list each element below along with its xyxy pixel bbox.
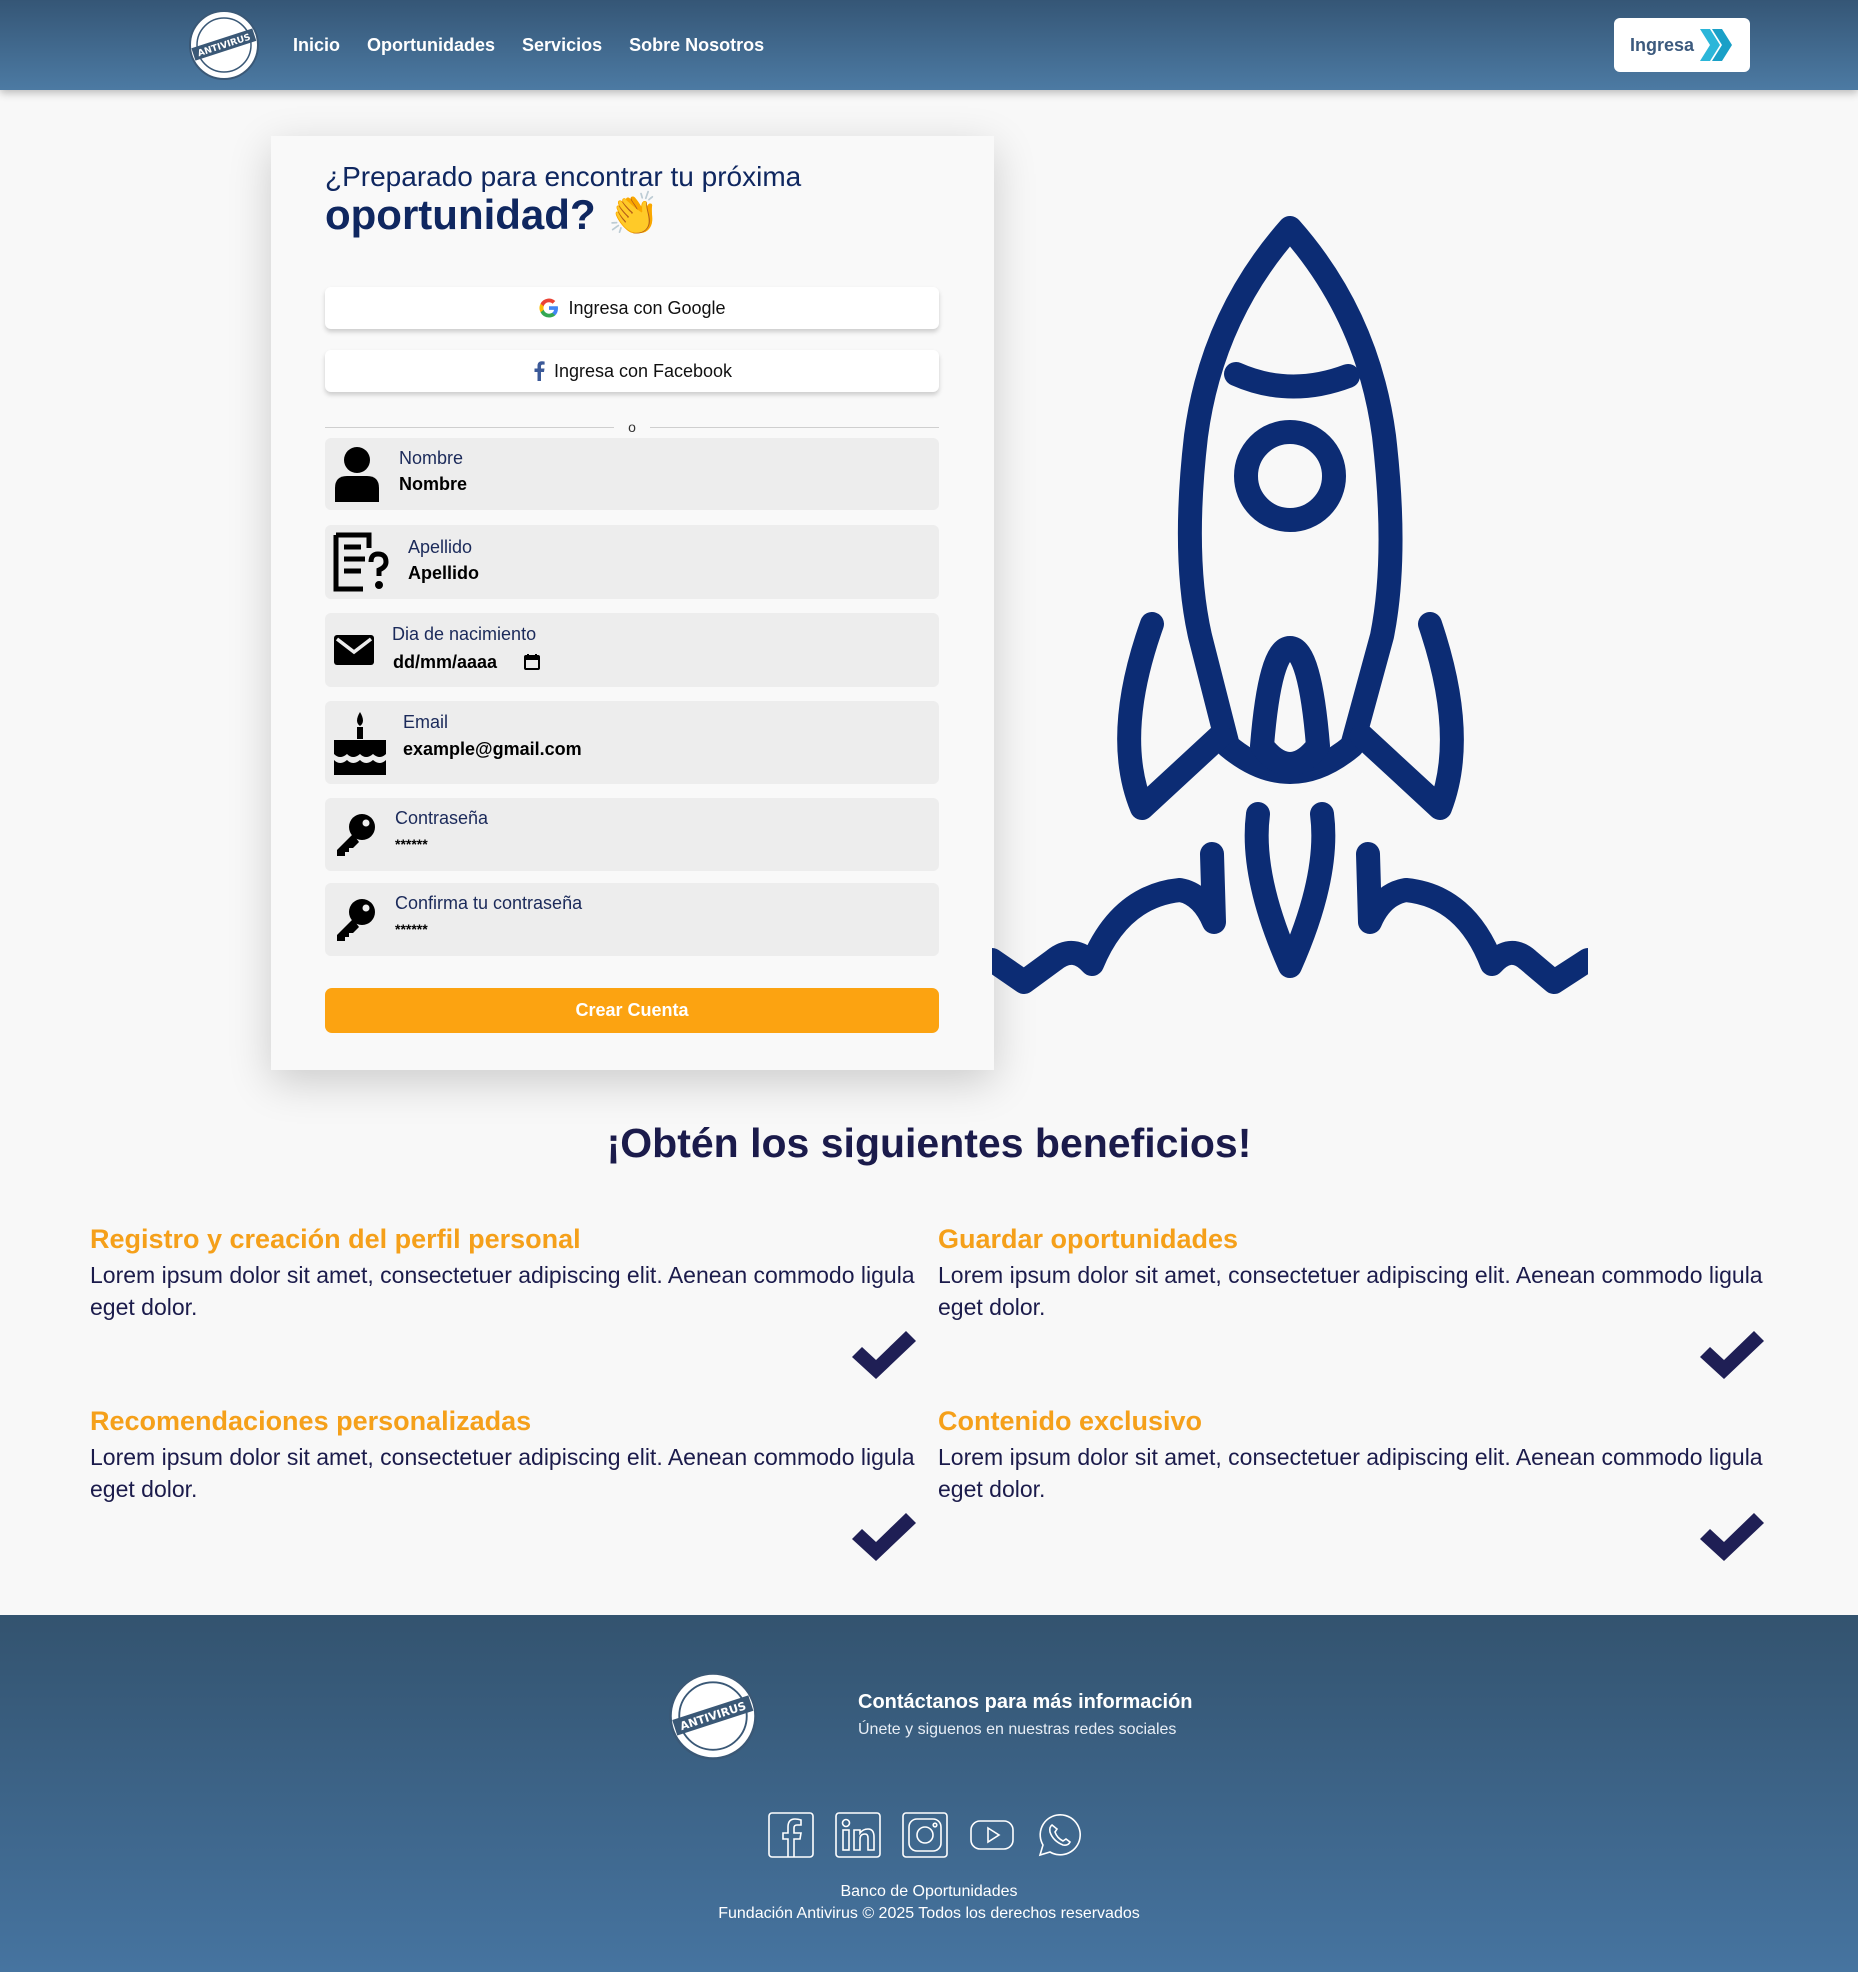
linkedin-icon[interactable] [835, 1812, 881, 1858]
benefits-title: ¡Obtén los siguientes beneficios! [606, 1120, 1252, 1166]
nombre-field: Nombre [325, 438, 939, 510]
nav-sobre-nosotros[interactable]: Sobre Nosotros [629, 35, 764, 56]
user-icon [335, 447, 379, 502]
youtube-icon[interactable] [969, 1812, 1015, 1858]
clapping-hands-icon: 👏 [607, 190, 660, 237]
greeting-heading: oportunidad? 👏 [325, 190, 660, 239]
apellido-field: Apellido [325, 525, 939, 599]
envelope-icon [334, 635, 374, 665]
whatsapp-icon[interactable] [1036, 1812, 1082, 1858]
or-divider-text: o [628, 419, 636, 435]
benefit-title: Registro y creación del perfil personal [90, 1224, 581, 1254]
apellido-label: Apellido [408, 537, 473, 557]
or-divider: o [325, 417, 940, 437]
birthday-cake-icon [334, 711, 386, 775]
confirm-password-label: Confirma tu contraseña [395, 893, 583, 913]
main-nav: Inicio Oportunidades Servicios Sobre Nos… [293, 0, 764, 90]
birthdate-label: Dia de nacimiento [392, 624, 537, 644]
google-login-button[interactable]: Ingresa con Google [325, 287, 939, 329]
signup-card: ¿Preparado para encontrar tu próxima opo… [271, 136, 994, 1070]
nombre-label: Nombre [399, 448, 464, 468]
facebook-icon [534, 361, 545, 381]
checkmark-icon [852, 1513, 916, 1561]
nav-inicio[interactable]: Inicio [293, 35, 340, 56]
benefit-item: Guardar oportunidades Lorem ipsum dolor … [938, 1224, 1768, 1323]
key-icon [337, 813, 375, 856]
footer-line-2: Fundación Antivirus © 2025 Todos los der… [718, 1905, 1140, 1922]
login-button-label: Ingresa [1629, 34, 1695, 55]
birthdate-input[interactable]: dd/mm/aaaa [393, 652, 497, 673]
checkmark-icon [852, 1331, 916, 1379]
nav-servicios[interactable]: Servicios [522, 35, 602, 56]
instagram-icon[interactable] [902, 1812, 948, 1858]
facebook-icon[interactable] [768, 1812, 814, 1858]
benefit-title: Recomendaciones personalizadas [90, 1406, 532, 1436]
apellido-input[interactable] [408, 563, 908, 584]
google-login-label: Ingresa con Google [568, 297, 726, 318]
nav-oportunidades[interactable]: Oportunidades [367, 35, 495, 56]
benefit-text: Lorem ipsum dolor sit amet, consectetuer… [938, 1444, 1763, 1502]
google-icon [539, 298, 559, 318]
contact-subtitle: Únete y siguenos en nuestras redes socia… [858, 1721, 1177, 1738]
benefit-item: Contenido exclusivo Lorem ipsum dolor si… [938, 1406, 1768, 1505]
email-input[interactable] [403, 739, 903, 760]
navbar: ANTIVIRUS Inicio Oportunidades Servicios… [0, 0, 1858, 90]
password-input[interactable]: ****** [395, 836, 428, 852]
password-label: Contraseña [395, 808, 489, 828]
benefit-text: Lorem ipsum dolor sit amet, consectetuer… [938, 1262, 1763, 1320]
facebook-login-label: Ingresa con Facebook [553, 360, 733, 381]
footer-line-1: Banco de Oportunidades [840, 1883, 1018, 1900]
fundacion-antivirus-logo: ANTIVIRUS [669, 1672, 757, 1760]
footer: ANTIVIRUS Contáctanos para más informaci… [0, 1615, 1858, 1972]
document-question-icon [333, 532, 389, 592]
birthdate-field: Dia de nacimiento dd/mm/aaaa [325, 613, 939, 687]
checkmark-icon [1700, 1513, 1764, 1561]
benefit-item: Registro y creación del perfil personal … [90, 1224, 920, 1323]
benefit-title: Contenido exclusivo [938, 1406, 1203, 1436]
greeting-text: ¿Preparado para encontrar tu próxima [325, 161, 802, 192]
confirm-password-input[interactable]: ****** [395, 921, 428, 937]
checkmark-icon [1700, 1331, 1764, 1379]
facebook-login-button[interactable]: Ingresa con Facebook [325, 350, 939, 392]
calendar-icon[interactable] [523, 653, 541, 671]
benefit-text: Lorem ipsum dolor sit amet, consectetuer… [90, 1262, 915, 1320]
benefit-text: Lorem ipsum dolor sit amet, consectetuer… [90, 1444, 915, 1502]
password-field: Contraseña ****** [325, 798, 939, 871]
nombre-input[interactable] [399, 474, 899, 495]
create-account-button[interactable]: Crear Cuenta [325, 988, 939, 1033]
benefit-title: Guardar oportunidades [938, 1224, 1239, 1254]
contact-title: Contáctanos para más información [858, 1691, 1193, 1713]
benefit-item: Recomendaciones personalizadas Lorem ips… [90, 1406, 920, 1505]
login-button[interactable]: Ingresa [1614, 18, 1750, 72]
key-icon [337, 898, 375, 941]
email-label: Email [403, 712, 449, 732]
fundacion-antivirus-logo[interactable]: ANTIVIRUS [188, 9, 260, 81]
rocket-icon [992, 216, 1588, 994]
confirm-password-field: Confirma tu contraseña ****** [325, 883, 939, 956]
double-chevron-right-icon [1700, 29, 1733, 61]
email-field: Email [325, 701, 939, 784]
social-links [768, 1812, 1082, 1858]
greeting-heading-text: oportunidad? [325, 190, 596, 238]
